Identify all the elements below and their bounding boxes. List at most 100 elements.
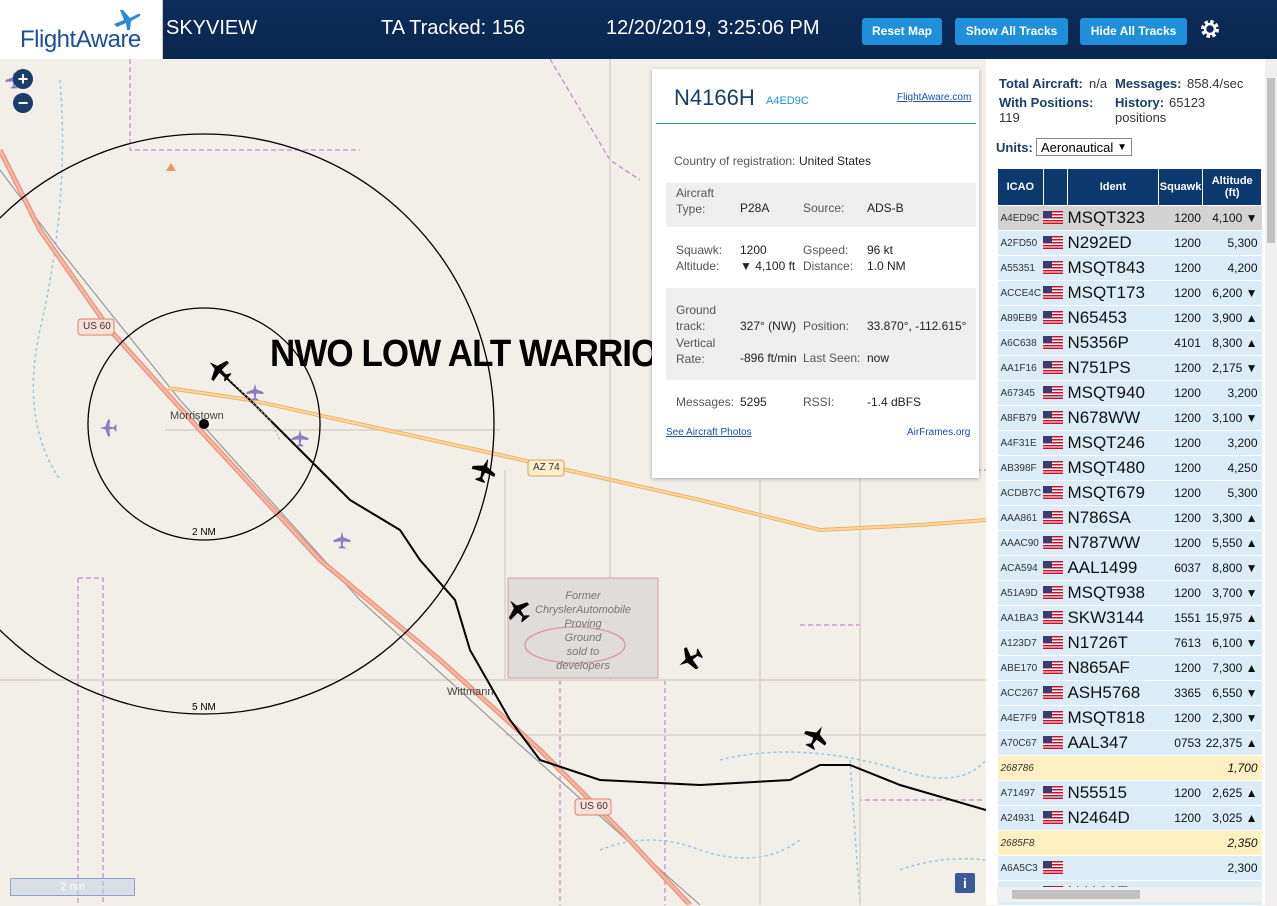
icao-cell: A4ED9C [997, 205, 1044, 231]
us-flag-icon [1043, 511, 1064, 525]
flag-cell [1043, 705, 1068, 731]
squawk-cell: 1200 [1158, 480, 1203, 506]
table-row[interactable]: A51A9D MSQT938 1200 3,700 ▼ [997, 580, 1262, 606]
units-select[interactable]: Aeronautical ▼ [1036, 138, 1132, 156]
table-row[interactable]: 268786 1,700 [997, 755, 1262, 781]
us-flag-icon [1043, 211, 1064, 225]
table-row[interactable]: A24931 N2464D 1200 3,025 ▲ [997, 805, 1262, 831]
airframes-link[interactable]: AirFrames.org [907, 427, 970, 438]
ident-cell: N292ED [1067, 230, 1159, 256]
distance-value: 1.0 NM [867, 259, 906, 273]
icao-cell: A71497 [997, 780, 1044, 806]
table-row[interactable]: A123D7 N1726T 7613 6,100 ▼ [997, 630, 1262, 656]
squawk-cell: 1200 [1158, 655, 1203, 681]
info-icon[interactable]: i [955, 873, 975, 893]
table-row[interactable]: AA1BA3 SKW3144 1551 15,975 ▲ [997, 605, 1262, 631]
last-seen-value: now [867, 351, 890, 365]
zoom-in-button[interactable]: + [13, 69, 33, 89]
ident-cell: N65453 [1067, 305, 1159, 331]
ident-cell: AAL347 [1067, 730, 1159, 756]
distance-label: Distance: [803, 259, 854, 273]
ident-cell: N786SA [1067, 505, 1159, 531]
icao-cell: A55351 [997, 255, 1044, 281]
table-row[interactable]: A71497 N55515 1200 2,625 ▲ [997, 780, 1262, 806]
squawk-cell [1158, 755, 1203, 781]
table-row[interactable]: A6A5C3 2,300 [997, 855, 1262, 881]
datetime: 12/20/2019, 3:25:06 PM [606, 17, 820, 39]
table-row[interactable]: A2FD50 N292ED 1200 5,300 [997, 230, 1262, 256]
total-aircraft-value: n/a [1089, 76, 1108, 91]
col-altitude[interactable]: Altitude (ft) [1202, 168, 1262, 206]
ident-cell: MSQT940 [1067, 380, 1159, 406]
altitude-cell: 3,100 ▼ [1202, 405, 1262, 431]
country-value: United States [799, 154, 872, 168]
table-row[interactable]: A4E7F9 MSQT818 1200 2,300 ▼ [997, 705, 1262, 731]
ident-cell [1067, 830, 1159, 856]
zoom-out-button[interactable]: − [13, 93, 33, 113]
flag-cell [1043, 205, 1068, 231]
table-row[interactable]: A55351 MSQT843 1200 4,200 [997, 255, 1262, 281]
icao-cell: A70C67 [997, 730, 1044, 756]
squawk-cell [1158, 855, 1203, 881]
icao-cell: AAA861 [997, 505, 1044, 531]
table-row[interactable]: A8FB79 N678WW 1200 3,100 ▼ [997, 405, 1262, 431]
col-ident[interactable]: Ident [1066, 168, 1159, 206]
table-row[interactable]: A4F31E MSQT246 1200 3,200 [997, 430, 1262, 456]
source-value: ADS-B [867, 201, 904, 215]
altitude-cell: 22,375 ▲ [1202, 730, 1262, 756]
table-row[interactable]: A67345 MSQT940 1200 3,200 [997, 380, 1262, 406]
table-row[interactable]: AB398F MSQT480 1200 4,250 [997, 455, 1262, 481]
squawk-value: 1200 [740, 243, 767, 257]
flag-cell [1043, 355, 1068, 381]
vertical-scroll-thumb[interactable] [1267, 78, 1275, 243]
flag-cell [1043, 230, 1068, 256]
reset-map-button[interactable]: Reset Map [862, 18, 942, 45]
squawk-cell: 1200 [1158, 805, 1203, 831]
table-row[interactable]: 2685F8 2,350 [997, 830, 1262, 856]
col-squawk[interactable]: Squawk [1157, 168, 1204, 206]
ident-cell [1067, 755, 1159, 781]
flag-cell [1043, 655, 1068, 681]
table-row[interactable]: A4ED9C MSQT323 1200 4,100 ▼ [997, 205, 1262, 231]
flightaware-logo[interactable]: FlightAware [0, 0, 163, 59]
us-flag-icon [1043, 611, 1064, 625]
ident-cell: MSQT938 [1067, 580, 1159, 606]
us-flag-icon [1043, 686, 1064, 700]
table-row[interactable]: ACA594 AAL1499 6037 8,800 ▼ [997, 555, 1262, 581]
with-positions-label: With Positions: [999, 95, 1094, 110]
col-flag[interactable] [1042, 168, 1068, 206]
aircraft-photos-link[interactable]: See Aircraft Photos [666, 427, 752, 438]
us-flag-icon [1043, 286, 1064, 300]
horizontal-scroll-thumb[interactable] [1012, 890, 1140, 899]
table-row[interactable]: ACC267 ASH5768 3365 6,550 ▼ [997, 680, 1262, 706]
hide-all-tracks-button[interactable]: Hide All Tracks [1080, 18, 1187, 45]
flag-cell [1043, 280, 1068, 306]
flightaware-link[interactable]: FlightAware.com [897, 92, 971, 103]
table-row[interactable]: ACCE4C MSQT173 1200 6,200 ▼ [997, 280, 1262, 306]
popup-icao[interactable]: A4ED9C [766, 95, 809, 107]
table-row[interactable]: A6C638 N5356P 4101 8,300 ▲ [997, 330, 1262, 356]
altitude-cell: 15,975 ▲ [1202, 605, 1262, 631]
squawk-cell: 1200 [1158, 430, 1203, 456]
gear-icon[interactable] [1198, 17, 1222, 46]
altitude-cell: 1,700 [1202, 755, 1262, 781]
aircraft-detail-popup: N4166H A4ED9C FlightAware.com Country of… [652, 69, 979, 478]
us-flag-icon [1043, 311, 1064, 325]
icao-cell: A6A5C3 [997, 855, 1044, 881]
squawk-cell: 7613 [1158, 630, 1203, 656]
table-row[interactable]: A70C67 AAL347 0753 22,375 ▲ [997, 730, 1262, 756]
show-all-tracks-button[interactable]: Show All Tracks [955, 18, 1068, 45]
ident-cell: AAL1499 [1067, 555, 1159, 581]
table-row[interactable]: AAA861 N786SA 1200 3,300 ▲ [997, 505, 1262, 531]
table-row[interactable]: AA1F16 N751PS 1200 2,175 ▼ [997, 355, 1262, 381]
table-row[interactable]: ABE170 N865AF 1200 7,300 ▲ [997, 655, 1262, 681]
table-row[interactable]: AAAC90 N787WW 1200 5,550 ▲ [997, 530, 1262, 556]
altitude-cell: 5,550 ▲ [1202, 530, 1262, 556]
flag-cell [1043, 730, 1068, 756]
country-label: Country of registration: [674, 154, 796, 168]
col-icao[interactable]: ICAO [997, 168, 1044, 206]
altitude-cell: 3,900 ▲ [1202, 305, 1262, 331]
table-row[interactable]: A89EB9 N65453 1200 3,900 ▲ [997, 305, 1262, 331]
altitude-cell: 7,300 ▲ [1202, 655, 1262, 681]
table-row[interactable]: ACDB7C MSQT679 1200 5,300 [997, 480, 1262, 506]
